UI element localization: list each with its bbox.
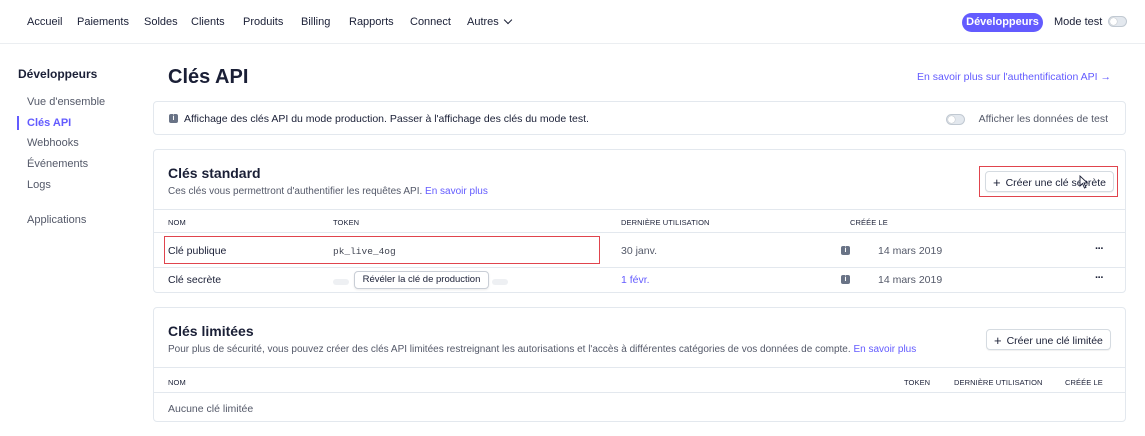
masked-token [492,279,508,285]
column-header-created: CRÉÉE LE [850,218,888,227]
key-created: 14 mars 2019 [878,245,943,257]
nav-item-autres[interactable]: Autres [467,15,513,28]
reveal-production-key-button[interactable]: Révéler la clé de production [354,271,489,289]
developers-button[interactable]: Développeurs [962,13,1043,32]
test-mode-label: Mode test [1054,16,1103,28]
test-data-toggle-label: Afficher les données de test [978,113,1108,125]
test-data-toggle[interactable] [946,114,965,125]
nav-item-autres-label: Autres [467,16,499,28]
nav-item-clients[interactable]: Clients [191,16,225,28]
highlight-create-secret [979,166,1118,197]
create-restricted-key-label: Créer une clé limitée [1006,335,1103,347]
divider [154,267,1125,268]
nav-item-paiements[interactable]: Paiements [77,16,129,28]
column-header-token: TOKEN [333,218,360,227]
standard-learn-more-link[interactable]: En savoir plus [425,186,488,197]
mode-banner-text: Affichage des clés API du mode productio… [184,113,589,125]
sidebar-item-applications[interactable]: Applications [27,214,86,226]
sidebar-item-api-keys[interactable]: Clés API [27,117,71,129]
nav-item-connect[interactable]: Connect [410,16,451,28]
sidebar-title: Développeurs [18,67,98,81]
column-header-token: TOKEN [904,378,931,387]
key-name: Clé secrète [168,274,222,286]
more-icon[interactable]: ··· [1095,243,1104,255]
key-created: 14 mars 2019 [878,274,943,286]
nav-item-soldes[interactable]: Soldes [144,16,178,28]
standard-keys-subtitle-text: Ces clés vous permettront d'authentifier… [168,186,423,197]
standard-keys-subtitle: Ces clés vous permettront d'authentifier… [168,186,488,197]
sidebar-item-logs[interactable]: Logs [27,179,51,191]
empty-state-text: Aucune clé limitée [168,403,254,415]
masked-token [333,279,349,285]
nav-item-billing[interactable]: Billing [301,16,330,28]
divider [154,232,1125,233]
create-restricted-key-button[interactable]: + Créer une clé limitée [986,329,1111,350]
info-icon: i [841,246,850,255]
test-mode-toggle[interactable] [1108,16,1127,27]
restricted-keys-title: Clés limitées [168,323,254,339]
column-header-last-used: DERNIÈRE UTILISATION [954,378,1043,387]
divider [154,209,1125,210]
standard-keys-card: Clés standard Ces clés vous permettront … [153,149,1126,293]
chevron-down-icon [503,15,513,25]
highlight-public-key [164,236,600,264]
key-last-used: 1 févr. [621,274,650,286]
page-title: Clés API [168,66,249,88]
nav-item-produits[interactable]: Produits [243,16,283,28]
more-icon[interactable]: ··· [1095,272,1104,284]
restricted-learn-more-link[interactable]: En savoir plus [853,344,916,355]
divider [154,392,1125,393]
nav-item-accueil[interactable]: Accueil [27,16,62,28]
sidebar-active-indicator [17,116,19,130]
divider [154,367,1125,368]
sidebar-item-webhooks[interactable]: Webhooks [27,137,79,149]
column-header-last-used: DERNIÈRE UTILISATION [621,218,710,227]
auth-learn-more-link[interactable]: En savoir plus sur l'authentification AP… [917,71,1111,83]
info-icon: i [841,275,850,284]
cursor-icon [1079,175,1089,189]
column-header-created: CRÉÉE LE [1065,378,1103,387]
mode-banner: i Affichage des clés API du mode product… [153,101,1126,135]
key-last-used: 30 janv. [621,245,657,257]
plus-icon: + [994,333,1002,348]
restricted-keys-subtitle: Pour plus de sécurité, vous pouvez créer… [168,344,916,355]
sidebar-item-events[interactable]: Événements [27,158,88,170]
top-nav: Accueil Paiements Soldes Clients Produit… [0,0,1145,44]
info-icon: i [169,114,178,123]
sidebar-item-overview[interactable]: Vue d'ensemble [27,96,105,108]
restricted-keys-subtitle-text: Pour plus de sécurité, vous pouvez créer… [168,344,851,355]
standard-keys-title: Clés standard [168,165,261,181]
column-header-name: NOM [168,378,186,387]
column-header-name: NOM [168,218,186,227]
restricted-keys-card: Clés limitées Pour plus de sécurité, vou… [153,307,1126,422]
nav-item-rapports[interactable]: Rapports [349,16,394,28]
